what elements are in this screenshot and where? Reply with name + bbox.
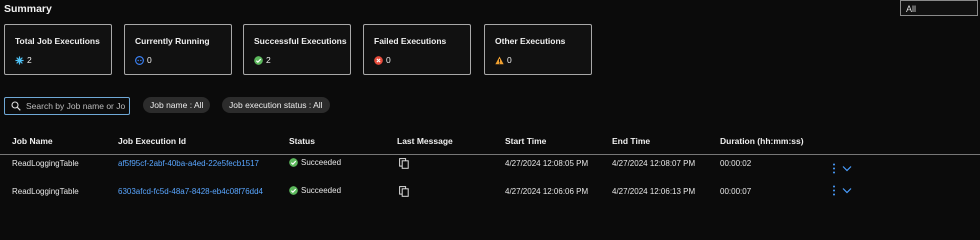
card-value: 0	[147, 55, 152, 65]
more-options-icon[interactable]	[832, 185, 836, 196]
copy-message-button[interactable]	[399, 158, 409, 171]
card-label: Other Executions	[495, 36, 566, 46]
card-total-job-executions: Total Job Executions 2	[4, 24, 112, 75]
col-header-start-time[interactable]: Start Time	[505, 136, 546, 146]
search-icon	[11, 101, 21, 111]
col-header-job-execution-id[interactable]: Job Execution Id	[118, 136, 186, 146]
search-box[interactable]	[4, 97, 130, 115]
job-execution-id-link[interactable]: 6303afcd-fc5d-48a7-8428-eb4c08f76dd4	[118, 187, 263, 196]
copy-message-button[interactable]	[399, 186, 409, 199]
col-header-job-name[interactable]: Job Name	[12, 136, 53, 146]
end-time-cell: 4/27/2024 12:06:13 PM	[612, 187, 696, 196]
running-icon	[135, 55, 144, 65]
duration-cell: 00:00:07	[720, 187, 752, 196]
page-title: Summary	[4, 3, 52, 15]
more-options-icon[interactable]	[832, 163, 836, 174]
card-label: Total Job Executions	[15, 36, 100, 46]
error-circle-icon	[374, 55, 383, 65]
search-input[interactable]	[26, 101, 126, 111]
col-header-last-message[interactable]: Last Message	[397, 136, 453, 146]
col-header-status[interactable]: Status	[289, 136, 315, 146]
status-cell: Succeeded	[289, 158, 341, 167]
duration-cell: 00:00:02	[720, 159, 752, 168]
job-execution-id-link[interactable]: af5f95cf-2abf-40ba-a4ed-22e5fecb1517	[118, 159, 259, 168]
col-header-end-time[interactable]: End Time	[612, 136, 650, 146]
status-text: Succeeded	[301, 158, 342, 167]
table-row[interactable]: ReadLoggingTable 6303afcd-fc5d-48a7-8428…	[0, 181, 980, 203]
start-time-cell: 4/27/2024 12:06:06 PM	[505, 187, 589, 196]
card-other-executions: Other Executions 0	[484, 24, 592, 75]
card-value: 0	[386, 55, 391, 65]
card-successful-executions: Successful Executions 2	[243, 24, 351, 75]
chevron-down-icon[interactable]	[842, 165, 852, 172]
col-header-duration[interactable]: Duration (hh:mm:ss)	[720, 136, 804, 146]
start-time-cell: 4/27/2024 12:08:05 PM	[505, 159, 589, 168]
card-value: 2	[266, 55, 271, 65]
check-circle-icon	[289, 186, 298, 195]
status-cell: Succeeded	[289, 186, 341, 195]
chevron-down-icon[interactable]	[842, 187, 852, 194]
card-currently-running: Currently Running 0	[124, 24, 232, 75]
end-time-cell: 4/27/2024 12:08:07 PM	[612, 159, 696, 168]
card-label: Successful Executions	[254, 36, 347, 46]
card-label: Failed Executions	[374, 36, 447, 46]
job-execution-status-filter-pill[interactable]: Job execution status : All	[222, 97, 330, 113]
job-name-cell: ReadLoggingTable	[12, 159, 79, 168]
table-row[interactable]: ReadLoggingTable af5f95cf-2abf-40ba-a4ed…	[0, 155, 980, 177]
card-label: Currently Running	[135, 36, 210, 46]
job-name-cell: ReadLoggingTable	[12, 187, 79, 196]
card-value: 2	[27, 55, 32, 65]
copy-icon	[399, 186, 409, 197]
check-circle-icon	[254, 55, 263, 65]
card-failed-executions: Failed Executions 0	[363, 24, 471, 75]
time-range-select[interactable]: All	[900, 0, 978, 16]
copy-icon	[399, 158, 409, 169]
card-value: 0	[507, 55, 512, 65]
check-circle-icon	[289, 158, 298, 167]
job-name-filter-pill[interactable]: Job name : All	[143, 97, 211, 113]
warning-icon	[495, 56, 504, 64]
status-text: Succeeded	[301, 186, 342, 195]
gear-icon	[15, 55, 24, 65]
